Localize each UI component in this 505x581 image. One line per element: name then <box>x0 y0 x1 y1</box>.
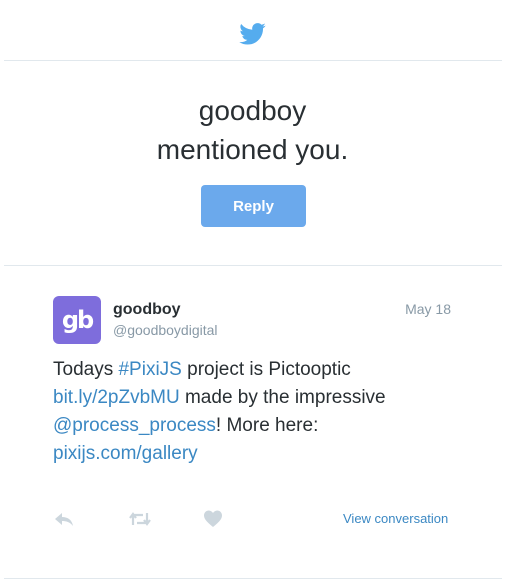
retweet-icon[interactable] <box>128 509 152 529</box>
reply-button[interactable]: Reply <box>201 185 306 227</box>
tweet-text: Todays #PixiJS project is Pictooptic bit… <box>53 356 453 468</box>
tweet-text-part: Todays <box>53 359 119 380</box>
bottom-divider <box>4 578 502 579</box>
gallery-link[interactable]: pixijs.com/gallery <box>53 443 198 464</box>
tweet-text-part: ! More here: <box>215 415 319 436</box>
author-name[interactable]: goodboy <box>113 301 181 319</box>
view-conversation-link[interactable]: View conversation <box>343 511 448 526</box>
tweet-text-part: made by the impressive <box>179 387 386 408</box>
hashtag-link[interactable]: #PixiJS <box>118 359 181 380</box>
twitter-bird-icon <box>239 23 266 45</box>
notification-subtitle: mentioned you. <box>156 134 349 165</box>
avatar[interactable]: gb <box>53 296 101 344</box>
tweet-date[interactable]: May 18 <box>405 301 451 317</box>
heart-icon[interactable] <box>203 509 223 529</box>
top-divider <box>4 60 502 61</box>
author-handle[interactable]: @goodboydigital <box>113 322 218 338</box>
mention-link[interactable]: @process_process <box>53 415 216 436</box>
notification-title: goodboy <box>198 95 307 126</box>
reply-icon[interactable] <box>54 509 74 529</box>
tweet-text-part: project is Pictooptic <box>181 359 351 380</box>
middle-divider <box>4 265 502 266</box>
short-url-link[interactable]: bit.ly/2pZvbMU <box>53 387 180 408</box>
